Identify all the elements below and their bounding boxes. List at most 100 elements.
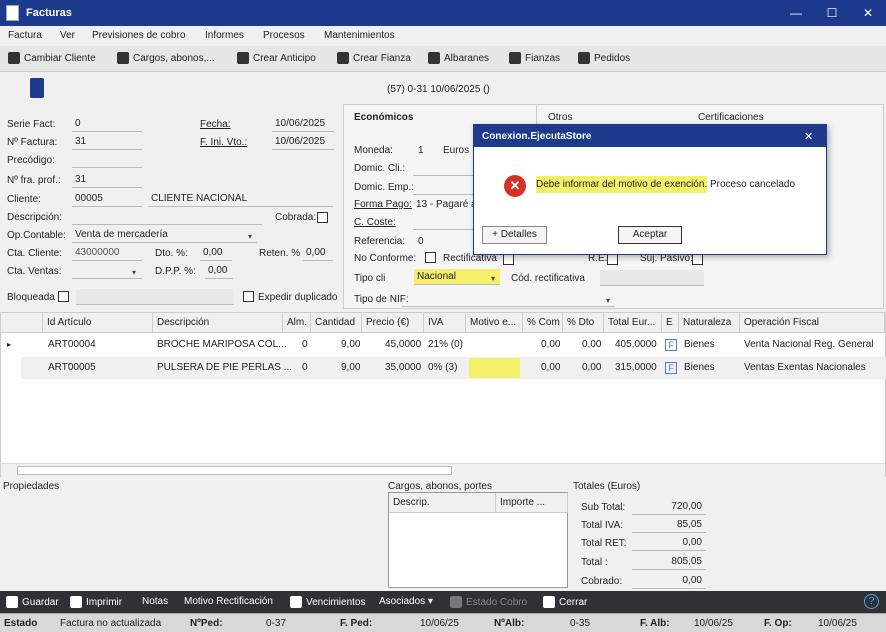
cell[interactable]: Bienes: [684, 335, 715, 355]
col-header[interactable]: Precio (€): [362, 313, 424, 333]
domiccli-field[interactable]: [413, 160, 473, 176]
cell[interactable]: 9,00: [341, 358, 360, 378]
dto-field[interactable]: 0,00: [200, 245, 232, 261]
ctacliente-select[interactable]: 43000000: [72, 245, 142, 261]
cargos-grid[interactable]: Descrip. Importe ...: [388, 492, 568, 588]
crear-fianza-button[interactable]: Crear Fianza: [337, 52, 411, 64]
tipocli-select[interactable]: Nacional: [414, 269, 500, 285]
minimize-button[interactable]: —: [778, 0, 814, 26]
col-header[interactable]: Descripción: [153, 313, 283, 333]
tiponif-select[interactable]: [402, 291, 615, 307]
dpp-field[interactable]: 0,00: [205, 263, 233, 279]
motivo-rectificacion-button[interactable]: Motivo Rectificación: [184, 596, 273, 607]
cell[interactable]: 0,00: [541, 358, 560, 378]
tab-otros[interactable]: Otros: [548, 112, 572, 123]
help-icon[interactable]: ?: [864, 594, 879, 609]
cell[interactable]: Venta Nacional Reg. General: [744, 335, 874, 355]
col-header[interactable]: Motivo e...: [466, 313, 523, 333]
tab-certificaciones[interactable]: Certificaciones: [698, 112, 764, 123]
imprimir-button[interactable]: Imprimir: [70, 596, 122, 608]
cell[interactable]: 405,0000: [615, 335, 657, 355]
crear-anticipo-button[interactable]: Crear Anticipo: [237, 52, 316, 64]
cell-badge[interactable]: F: [665, 339, 677, 351]
cell[interactable]: Ventas Exentas Nacionales: [744, 358, 866, 378]
cliente-code-field[interactable]: 00005: [72, 191, 142, 207]
col-header[interactable]: Total Eur...: [604, 313, 662, 333]
cerrar-button[interactable]: Cerrar: [543, 596, 587, 608]
noconforme-checkbox[interactable]: [425, 252, 436, 263]
cell[interactable]: 9,00: [341, 335, 360, 355]
ccoste-field[interactable]: [413, 214, 473, 230]
sujpasivo-checkbox[interactable]: [692, 254, 703, 265]
cell[interactable]: 0: [302, 335, 308, 355]
accept-button[interactable]: Aceptar: [618, 226, 682, 244]
menu-procesos[interactable]: Procesos: [263, 30, 305, 41]
cell[interactable]: 0% (3): [428, 358, 457, 378]
fecha-field[interactable]: 10/06/2025: [272, 116, 334, 132]
dialog-close-button[interactable]: ✕: [804, 130, 813, 143]
cell[interactable]: BROCHE MARIPOSA COL...: [157, 335, 286, 355]
cell[interactable]: 21% (0): [428, 335, 463, 355]
col-header[interactable]: Descrip.: [389, 493, 496, 513]
col-header[interactable]: Cantidad: [311, 313, 362, 333]
cell[interactable]: 35,0000: [385, 358, 421, 378]
cobrada-checkbox[interactable]: [317, 212, 328, 223]
cell[interactable]: Bienes: [684, 358, 715, 378]
reten-field[interactable]: 0,00: [303, 245, 333, 261]
cell[interactable]: 45,0000: [385, 335, 421, 355]
domicemp-field[interactable]: [413, 179, 473, 195]
col-header[interactable]: Importe ...: [496, 493, 568, 513]
cell[interactable]: ART00004: [48, 335, 96, 355]
cell[interactable]: 0,00: [582, 358, 601, 378]
menu-previsiones[interactable]: Previsiones de cobro: [92, 30, 185, 41]
col-header[interactable]: E: [662, 313, 679, 333]
motivo-exencion-cell[interactable]: [469, 358, 520, 378]
descripcion-field[interactable]: [72, 209, 262, 225]
menu-ver[interactable]: Ver: [60, 30, 75, 41]
opcontable-select[interactable]: Venta de mercadería: [72, 227, 257, 243]
albaranes-button[interactable]: Albaranes: [428, 52, 489, 64]
col-header[interactable]: % Dto: [563, 313, 604, 333]
finivto-label[interactable]: F. Ini. Vto.:: [200, 137, 247, 148]
horizontal-scrollbar[interactable]: [1, 463, 885, 477]
tab-economicos[interactable]: Económicos: [354, 112, 413, 123]
cell[interactable]: 0,00: [582, 335, 601, 355]
fianzas-button[interactable]: Fianzas: [509, 52, 560, 64]
col-header[interactable]: IVA: [424, 313, 466, 333]
precodigo-field[interactable]: [72, 152, 142, 168]
col-header[interactable]: Alm.: [283, 313, 311, 333]
fecha-label[interactable]: Fecha:: [200, 119, 231, 130]
menu-informes[interactable]: Informes: [205, 30, 244, 41]
cell[interactable]: 0,00: [541, 335, 560, 355]
col-header[interactable]: Id Artículo: [43, 313, 153, 333]
details-button[interactable]: + Detalles: [482, 226, 547, 244]
col-header[interactable]: Operación Fiscal: [740, 313, 885, 333]
re-checkbox[interactable]: [607, 254, 618, 265]
ccoste-label[interactable]: C. Coste:: [354, 217, 396, 228]
bloqueada-checkbox[interactable]: [58, 291, 69, 302]
menu-mantenimientos[interactable]: Mantenimientos: [324, 30, 395, 41]
asociados-button[interactable]: Asociados ▾: [379, 596, 433, 607]
serie-field[interactable]: 0: [72, 116, 142, 132]
notas-button[interactable]: Notas: [142, 596, 168, 607]
nfactura-field[interactable]: 31: [72, 134, 142, 150]
close-window-button[interactable]: ✕: [850, 0, 886, 26]
scrollbar-thumb[interactable]: [17, 466, 452, 475]
pedidos-button[interactable]: Pedidos: [578, 52, 630, 64]
col-header[interactable]: Naturaleza: [679, 313, 740, 333]
col-header[interactable]: % Com: [523, 313, 563, 333]
cell[interactable]: PULSERA DE PIE PERLAS ...: [157, 358, 292, 378]
nfraprof-field[interactable]: 31: [72, 172, 142, 188]
cell-badge[interactable]: F: [665, 362, 677, 374]
menu-factura[interactable]: Factura: [8, 30, 42, 41]
cell[interactable]: 315,0000: [615, 358, 657, 378]
cell[interactable]: ART00005: [48, 358, 96, 378]
guardar-button[interactable]: Guardar: [6, 596, 59, 608]
formapago-label[interactable]: Forma Pago:: [354, 199, 412, 210]
expedir-checkbox[interactable]: [243, 291, 254, 302]
finivto-field[interactable]: 10/06/2025: [272, 134, 334, 150]
vencimientos-button[interactable]: Vencimientos: [290, 596, 365, 608]
cambiar-cliente-button[interactable]: Cambiar Cliente: [8, 52, 96, 64]
maximize-button[interactable]: ☐: [814, 0, 850, 26]
cargos-button[interactable]: Cargos, abonos,...: [117, 52, 215, 64]
